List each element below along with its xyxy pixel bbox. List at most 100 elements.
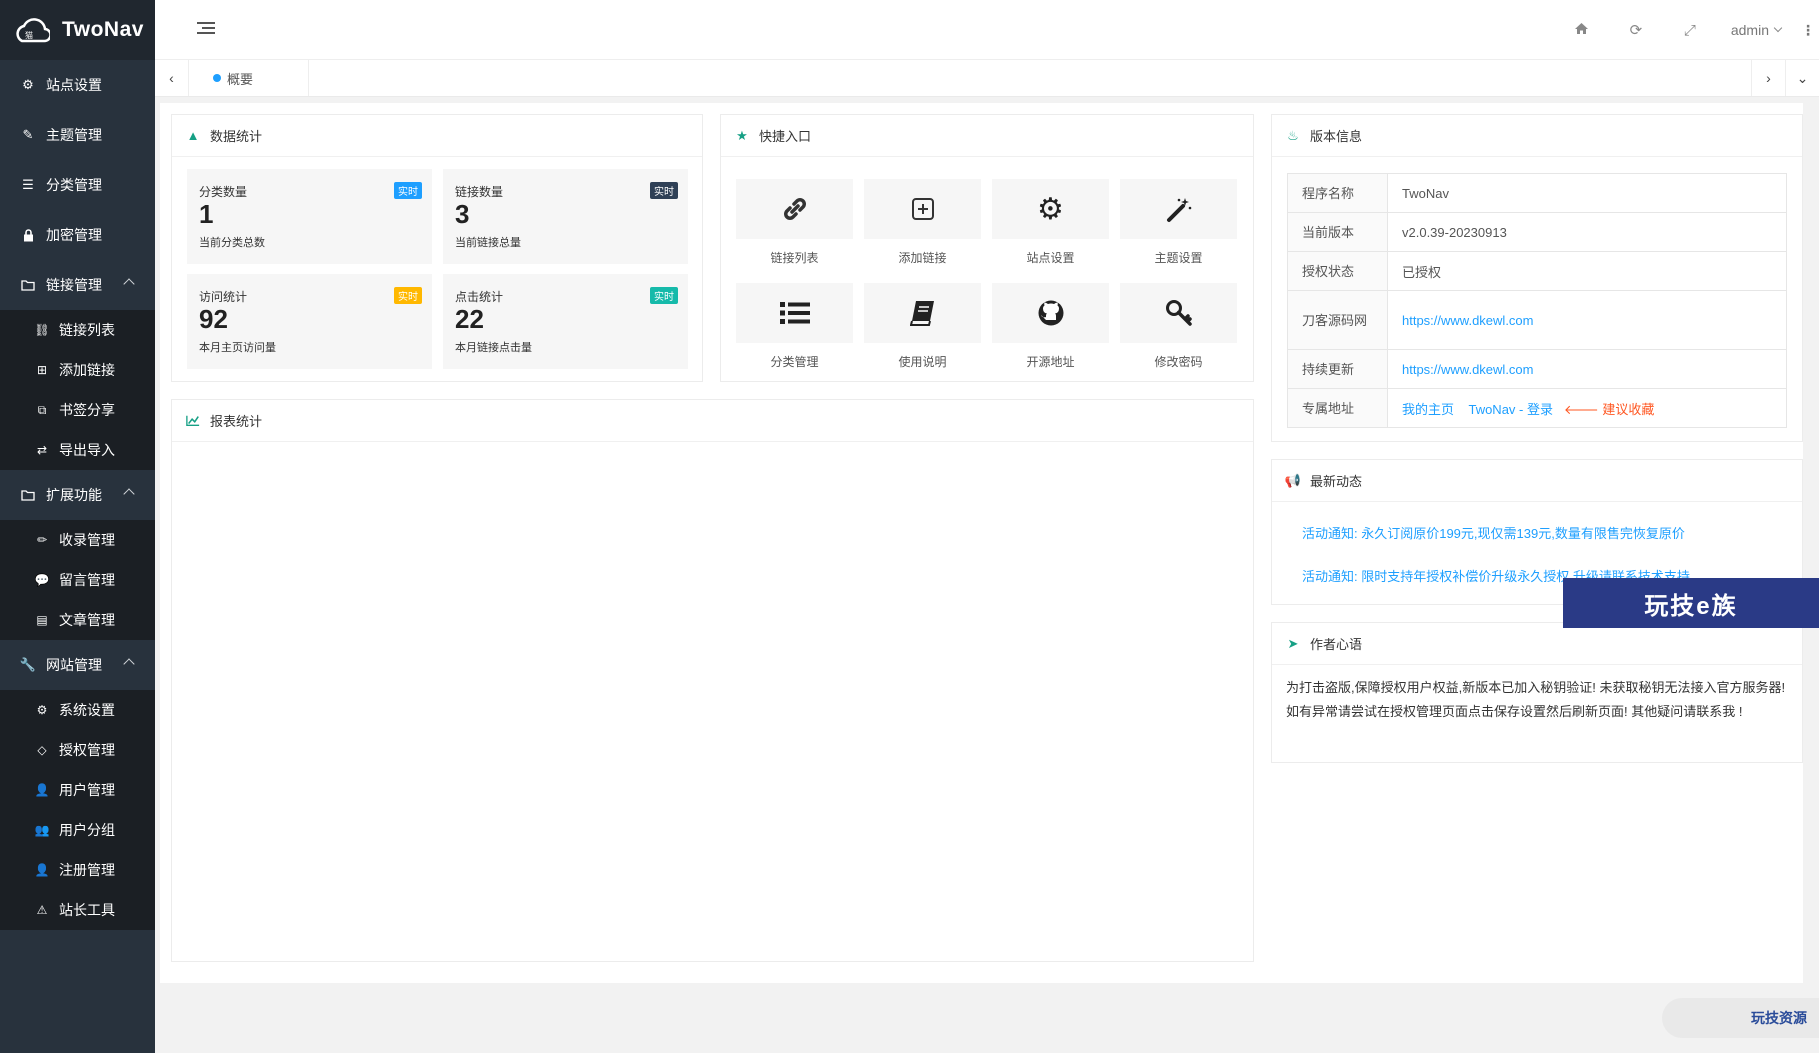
tab-label: 概要 bbox=[227, 71, 254, 87]
version-table: 程序名称 TwoNav 当前版本 v2.0.39-20230913 授权状态 已… bbox=[1287, 173, 1787, 428]
diamond-icon: ◇ bbox=[37, 743, 47, 757]
book-icon bbox=[909, 301, 934, 326]
sidebar-subitem-user-groups[interactable]: 👥 用户分组 bbox=[0, 810, 155, 850]
magic-wand-icon bbox=[1166, 198, 1191, 222]
sidebar-subitem-label: 书签分享 bbox=[59, 402, 115, 418]
row-key: 当前版本 bbox=[1287, 212, 1388, 252]
arrow-left-icon: 🡐 bbox=[1563, 401, 1599, 417]
sidebar-item-extensions[interactable]: 扩展功能 bbox=[0, 470, 155, 520]
warning-icon: ⚠ bbox=[36, 903, 48, 917]
quick-category[interactable]: 分类管理 bbox=[736, 283, 853, 379]
tab-menu-chevron-down-icon[interactable]: ⌄ bbox=[1785, 60, 1819, 96]
row-value: v2.0.39-20230913 bbox=[1387, 212, 1787, 252]
sidebar-subitem-messages[interactable]: 💬 留言管理 bbox=[0, 560, 155, 600]
quick-label: 开源地址 bbox=[1026, 355, 1075, 369]
corner-badge[interactable]: 玩技资源 bbox=[1662, 998, 1819, 1038]
app-title: TwoNav bbox=[62, 18, 144, 41]
menu-toggle-icon[interactable] bbox=[197, 22, 215, 36]
quick-label: 修改密码 bbox=[1154, 355, 1203, 369]
sidebar-item-site-management[interactable]: 🔧 网站管理 bbox=[0, 640, 155, 690]
watermark-banner: 玩技e族 bbox=[1563, 578, 1819, 628]
document-icon: ▤ bbox=[36, 613, 48, 627]
sidebar-subitem-label: 添加链接 bbox=[59, 362, 115, 378]
chevron-up-icon bbox=[123, 488, 135, 500]
sidebar-item-site-settings[interactable]: ⚙ 站点设置 bbox=[0, 60, 155, 110]
quick-theme-settings[interactable]: 主题设置 bbox=[1120, 179, 1237, 275]
site-link[interactable]: https://www.dkewl.com bbox=[1402, 313, 1534, 328]
sidebar-subitem-webmaster-tools[interactable]: ⚠ 站长工具 bbox=[0, 890, 155, 930]
quick-manual[interactable]: 使用说明 bbox=[864, 283, 981, 379]
key-icon bbox=[1165, 300, 1192, 326]
news-item[interactable]: 活动通知: 永久订阅原价199元,现仅需139元,数量有限售完恢复原价 bbox=[1302, 523, 1685, 542]
quick-label: 分类管理 bbox=[770, 355, 819, 369]
sidebar-subitem-registration[interactable]: 👤 注册管理 bbox=[0, 850, 155, 890]
bookmark-suggestion-link[interactable]: 建议收藏 bbox=[1602, 402, 1654, 417]
folder-icon bbox=[20, 279, 36, 291]
sidebar-subitem-bookmark-share[interactable]: ⧉ 书签分享 bbox=[0, 390, 155, 430]
sidebar-subitem-label: 文章管理 bbox=[59, 612, 115, 628]
my-homepage-link[interactable]: 我的主页 bbox=[1402, 402, 1454, 417]
sidebar-subitem-label: 授权管理 bbox=[59, 742, 115, 758]
author-line: 如有异常请尝试在授权管理页面点击保存设置然后刷新页面! 其他疑问请联系我 ! bbox=[1286, 704, 1743, 719]
quick-label: 主题设置 bbox=[1154, 251, 1203, 265]
top-header: ⟳ ⤢ admin ⋮ bbox=[155, 0, 1819, 60]
sidebar-subitem-add-link[interactable]: ⊞ 添加链接 bbox=[0, 350, 155, 390]
stats-card: ▲ 数据统计 分类数量 实时 1 当前分类总数 链接数量 实时 3 当前链接总量… bbox=[171, 114, 703, 382]
table-row: 刀客源码网 https://www.dkewl.com bbox=[1287, 290, 1787, 350]
link-icon: ⛓ bbox=[34, 323, 50, 337]
stat-title: 点击统计 bbox=[455, 290, 504, 304]
user-menu[interactable]: admin bbox=[1717, 22, 1797, 38]
sidebar-item-label: 网站管理 bbox=[46, 657, 102, 673]
quick-change-password[interactable]: 修改密码 bbox=[1120, 283, 1237, 379]
sidebar-item-links[interactable]: 链接管理 bbox=[0, 260, 155, 310]
sidebar-subitem-label: 收录管理 bbox=[59, 532, 115, 548]
quick-add-link[interactable]: 添加链接 bbox=[864, 179, 981, 275]
tab-scroll-left-icon[interactable]: ‹ bbox=[155, 60, 189, 96]
table-row: 授权状态 已授权 bbox=[1287, 251, 1787, 291]
sidebar-item-label: 分类管理 bbox=[46, 177, 102, 193]
sidebar-subitem-license[interactable]: ◇ 授权管理 bbox=[0, 730, 155, 770]
quick-label: 使用说明 bbox=[898, 355, 947, 369]
sidebar-item-category[interactable]: ☰ 分类管理 bbox=[0, 160, 155, 210]
wrench-icon: 🔧 bbox=[19, 657, 37, 672]
sidebar-subitem-articles[interactable]: ▤ 文章管理 bbox=[0, 600, 155, 640]
stat-category-count: 分类数量 实时 1 当前分类总数 bbox=[187, 169, 432, 264]
stat-desc: 当前分类总数 bbox=[199, 237, 265, 249]
logo[interactable]: 猫 TwoNav bbox=[0, 0, 155, 60]
cogs-icon: ⚙ bbox=[36, 703, 48, 717]
link-icon bbox=[783, 198, 806, 220]
report-card: 报表统计 bbox=[171, 399, 1254, 962]
tab-scroll-right-icon[interactable]: › bbox=[1751, 60, 1785, 96]
quick-site-settings[interactable]: ⚙ 站点设置 bbox=[992, 179, 1109, 275]
card-title: 报表统计 bbox=[210, 414, 263, 429]
refresh-icon[interactable]: ⟳ bbox=[1609, 21, 1663, 39]
tab-overview[interactable]: 概要 bbox=[189, 60, 309, 96]
sidebar-subitem-import-export[interactable]: ⇄ 导出导入 bbox=[0, 430, 155, 470]
lock-icon bbox=[20, 228, 36, 242]
sidebar-item-theme[interactable]: ✎ 主题管理 bbox=[0, 110, 155, 160]
fullscreen-icon[interactable]: ⤢ bbox=[1663, 22, 1717, 39]
row-key: 专属地址 bbox=[1287, 388, 1388, 428]
twonav-login-link[interactable]: TwoNav - 登录 bbox=[1468, 402, 1553, 417]
sidebar-subitem-users[interactable]: 👤 用户管理 bbox=[0, 770, 155, 810]
author-card: ➤ 作者心语 为打击盗版,保障授权用户权益,新版本已加入秘钥验证! 未获取秘钥无… bbox=[1271, 622, 1803, 763]
sidebar-item-encryption[interactable]: 加密管理 bbox=[0, 210, 155, 260]
card-title: 作者心语 bbox=[1310, 637, 1363, 652]
card-title: 最新动态 bbox=[1310, 474, 1363, 489]
more-vertical-icon[interactable]: ⋮ bbox=[1797, 22, 1819, 39]
news-card-header: 📢 最新动态 bbox=[1272, 460, 1802, 502]
pencil-icon: ✏ bbox=[36, 533, 48, 547]
update-link[interactable]: https://www.dkewl.com bbox=[1402, 362, 1534, 377]
sidebar-subitem-link-list[interactable]: ⛓ 链接列表 bbox=[0, 310, 155, 350]
sidebar-subitem-collect[interactable]: ✏ 收录管理 bbox=[0, 520, 155, 560]
quick-open-source[interactable]: 开源地址 bbox=[992, 283, 1109, 379]
home-icon[interactable] bbox=[1555, 22, 1609, 39]
links-submenu: ⛓ 链接列表 ⊞ 添加链接 ⧉ 书签分享 ⇄ 导出导入 bbox=[0, 310, 155, 470]
version-card-header: ♨ 版本信息 bbox=[1272, 115, 1802, 157]
stat-title: 分类数量 bbox=[199, 185, 248, 199]
stat-desc: 本月主页访问量 bbox=[199, 342, 276, 354]
user-plus-icon: 👤 bbox=[34, 863, 50, 877]
sidebar-subitem-system-settings[interactable]: ⚙ 系统设置 bbox=[0, 690, 155, 730]
quick-card-header: ★ 快捷入口 bbox=[721, 115, 1253, 157]
quick-link-list[interactable]: 链接列表 bbox=[736, 179, 853, 275]
